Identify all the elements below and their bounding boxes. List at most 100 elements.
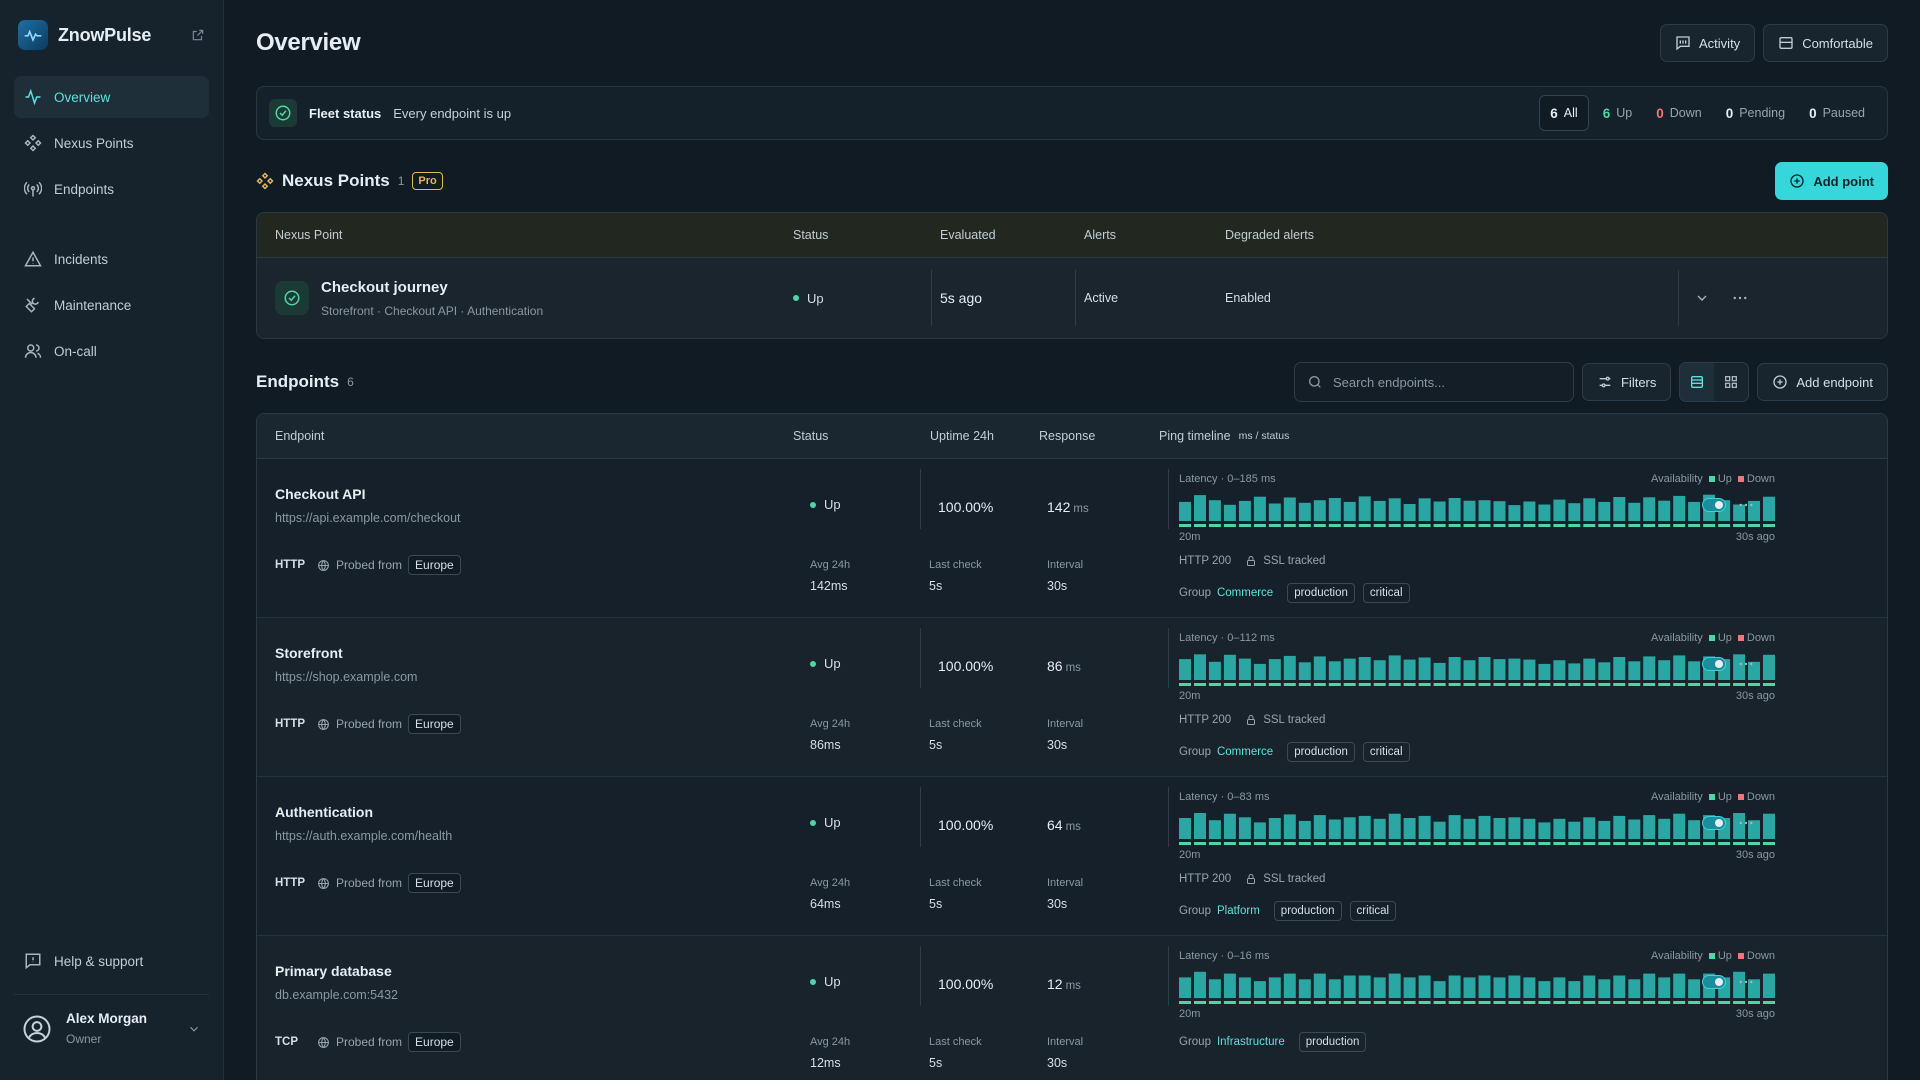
latency-bar[interactable] <box>1658 660 1671 680</box>
latency-bar[interactable] <box>1628 979 1641 999</box>
latency-bar[interactable] <box>1688 979 1701 999</box>
latency-bar[interactable] <box>1283 973 1296 998</box>
latency-bar[interactable] <box>1313 815 1326 839</box>
latency-bar[interactable] <box>1238 500 1251 521</box>
latency-bar[interactable] <box>1538 981 1551 998</box>
list-view-icon[interactable] <box>1680 363 1715 401</box>
latency-bar[interactable] <box>1673 973 1686 998</box>
add-endpoint-button[interactable]: Add endpoint <box>1757 363 1888 401</box>
group-link[interactable]: Platform <box>1217 905 1260 917</box>
latency-bar[interactable] <box>1613 815 1626 839</box>
filter-down[interactable]: 0 Down <box>1646 95 1711 131</box>
nav-item-help[interactable]: Help & support <box>14 940 209 982</box>
endpoint-row[interactable]: Authentication https://auth.example.com/… <box>257 777 1887 936</box>
latency-bar[interactable] <box>1643 973 1656 998</box>
latency-bar[interactable] <box>1658 977 1671 998</box>
external-link-icon[interactable] <box>191 28 205 42</box>
latency-bar[interactable] <box>1568 503 1581 521</box>
latency-bar[interactable] <box>1493 659 1506 680</box>
latency-bar[interactable] <box>1388 973 1401 998</box>
latency-bar[interactable] <box>1268 977 1281 998</box>
latency-bar[interactable] <box>1568 663 1581 680</box>
latency-bar[interactable] <box>1223 504 1236 521</box>
latency-bar[interactable] <box>1568 981 1581 998</box>
latency-bar[interactable] <box>1268 659 1281 680</box>
latency-bar[interactable] <box>1448 657 1461 680</box>
latency-bar[interactable] <box>1418 498 1431 521</box>
latency-bar[interactable] <box>1448 815 1461 839</box>
group-link[interactable]: Infrastructure <box>1217 1036 1285 1048</box>
latency-bar[interactable] <box>1658 818 1671 839</box>
latency-bar[interactable] <box>1238 817 1251 839</box>
latency-bar[interactable] <box>1358 815 1371 839</box>
latency-bar[interactable] <box>1328 661 1341 681</box>
latency-bar[interactable] <box>1598 820 1611 839</box>
latency-bar[interactable] <box>1238 977 1251 998</box>
latency-bar[interactable] <box>1343 975 1356 999</box>
latency-bar[interactable] <box>1358 975 1371 999</box>
latency-bar[interactable] <box>1208 820 1221 839</box>
monitor-toggle[interactable] <box>1702 816 1726 830</box>
group-link[interactable]: Commerce <box>1217 587 1273 599</box>
latency-bar[interactable] <box>1478 815 1491 839</box>
latency-bar[interactable] <box>1433 981 1446 998</box>
latency-bar[interactable] <box>1628 502 1641 521</box>
latency-bar[interactable] <box>1223 813 1236 839</box>
search-input[interactable] <box>1332 374 1553 390</box>
filter-up[interactable]: 6 Up <box>1593 95 1643 131</box>
latency-bar[interactable] <box>1658 500 1671 521</box>
latency-bar[interactable] <box>1283 814 1296 839</box>
monitor-toggle[interactable] <box>1702 657 1726 671</box>
latency-bar[interactable] <box>1493 818 1506 839</box>
user-menu[interactable]: Alex Morgan Owner <box>14 994 209 1046</box>
latency-bar[interactable] <box>1418 815 1431 839</box>
more-icon[interactable] <box>1737 496 1755 514</box>
endpoint-name[interactable]: Primary database <box>275 963 392 979</box>
latency-bar[interactable] <box>1493 977 1506 998</box>
monitor-toggle[interactable] <box>1702 975 1726 989</box>
more-icon[interactable] <box>1737 655 1755 673</box>
latency-bar[interactable] <box>1238 658 1251 680</box>
latency-bar[interactable] <box>1568 821 1581 839</box>
latency-bar[interactable] <box>1298 662 1311 680</box>
latency-bar[interactable] <box>1253 981 1266 998</box>
chevron-down-icon[interactable] <box>1694 290 1710 306</box>
latency-bar[interactable] <box>1403 977 1416 998</box>
latency-bar[interactable] <box>1628 819 1641 840</box>
latency-bar[interactable] <box>1538 822 1551 839</box>
latency-bar[interactable] <box>1313 500 1326 521</box>
latency-bar[interactable] <box>1343 817 1356 839</box>
latency-bar[interactable] <box>1373 818 1386 839</box>
latency-bar[interactable] <box>1298 820 1311 839</box>
latency-bar[interactable] <box>1583 817 1596 839</box>
filter-all[interactable]: 6 All <box>1539 95 1589 131</box>
latency-bar[interactable] <box>1283 497 1296 522</box>
latency-bar[interactable] <box>1418 657 1431 681</box>
latency-bar[interactable] <box>1688 661 1701 681</box>
endpoint-row[interactable]: Primary database db.example.com:5432 TCP… <box>257 936 1887 1080</box>
latency-bar[interactable] <box>1418 975 1431 999</box>
latency-bar[interactable] <box>1538 663 1551 680</box>
latency-bar[interactable] <box>1613 657 1626 680</box>
latency-bar[interactable] <box>1463 500 1476 521</box>
latency-bar[interactable] <box>1508 975 1521 999</box>
latency-bar[interactable] <box>1313 973 1326 998</box>
latency-bar[interactable] <box>1508 658 1521 680</box>
latency-bar[interactable] <box>1223 654 1236 680</box>
latency-bar[interactable] <box>1194 654 1206 680</box>
latency-bar[interactable] <box>1763 654 1775 680</box>
latency-bar[interactable] <box>1478 657 1491 680</box>
latency-bar[interactable] <box>1763 813 1775 839</box>
latency-bar[interactable] <box>1448 498 1461 521</box>
latency-bar[interactable] <box>1179 501 1191 521</box>
latency-bar[interactable] <box>1298 502 1311 521</box>
latency-bar[interactable] <box>1179 818 1191 839</box>
latency-bar[interactable] <box>1223 973 1236 998</box>
latency-bar[interactable] <box>1523 977 1536 998</box>
latency-bar[interactable] <box>1253 496 1266 521</box>
latency-bar[interactable] <box>1343 658 1356 680</box>
latency-bar[interactable] <box>1328 498 1341 521</box>
latency-bar[interactable] <box>1463 818 1476 839</box>
latency-bar[interactable] <box>1388 813 1401 839</box>
endpoint-name[interactable]: Authentication <box>275 804 373 820</box>
